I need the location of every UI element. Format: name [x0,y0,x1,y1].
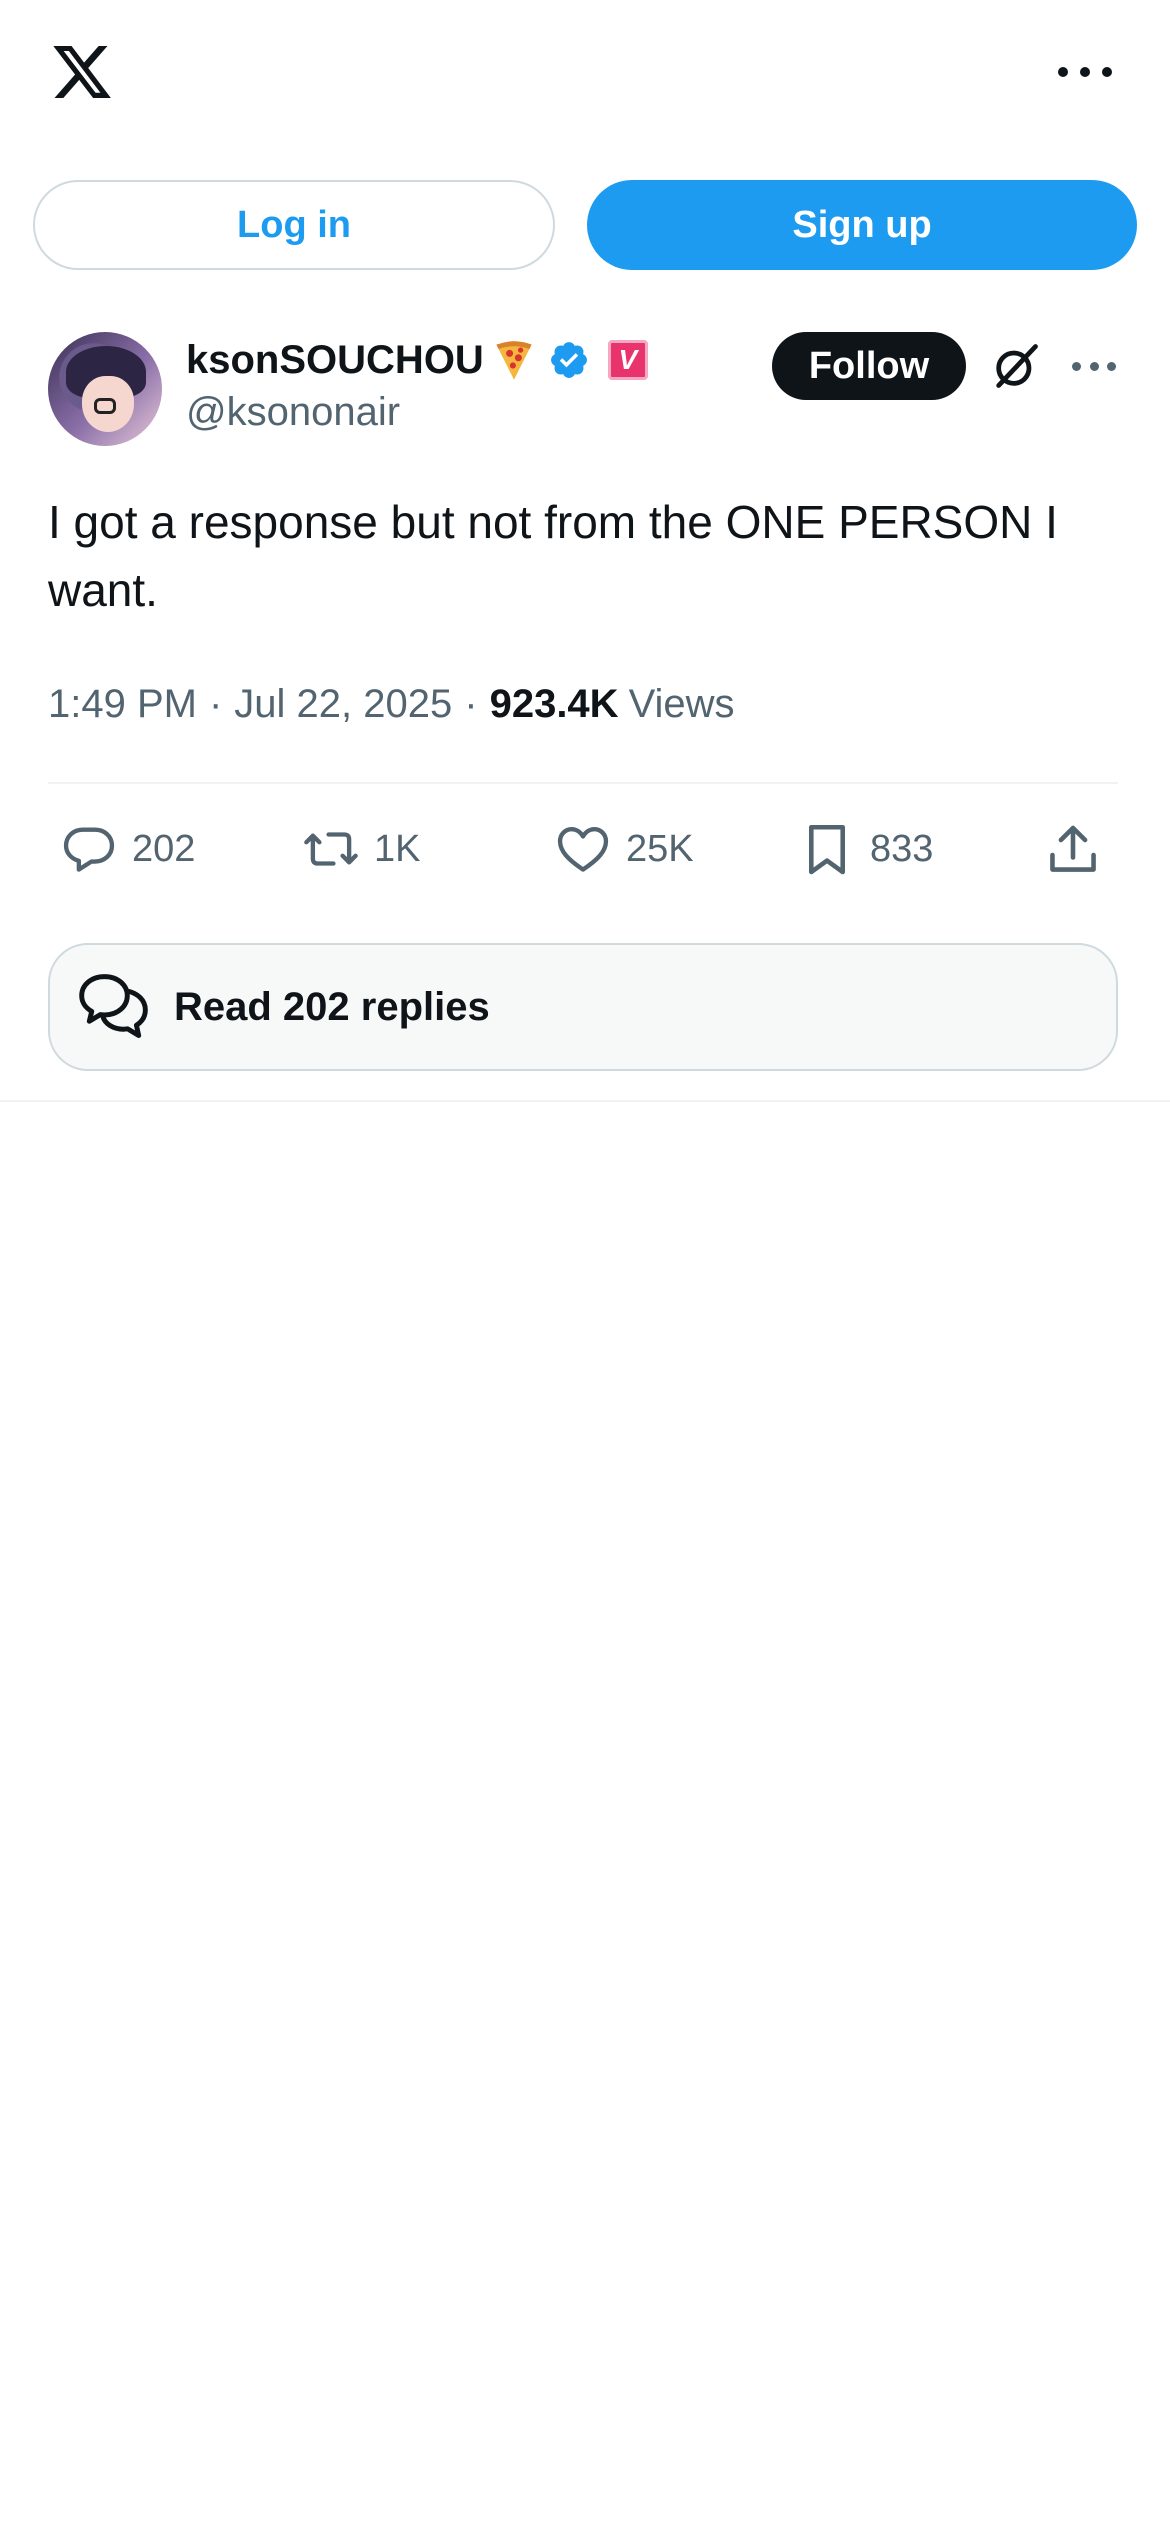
bookmark-icon [808,824,846,875]
divider [0,1100,1170,1102]
tweet-time[interactable]: 1:49 PM [48,682,197,727]
v-badge: V [607,340,648,380]
author-name[interactable]: ksonSOUCHOU [186,338,484,383]
share-button[interactable] [1044,814,1102,884]
views-label: Views [628,681,735,726]
author-name-row[interactable]: ksonSOUCHOU V [186,334,648,386]
bookmark-button[interactable]: 833 [798,814,933,884]
follow-button[interactable]: Follow [772,332,966,400]
pizza-emoji-icon [496,341,532,380]
reply-icon [63,827,115,872]
grok-icon[interactable] [990,340,1042,392]
like-count: 25K [626,827,694,870]
tweet-date[interactable]: Jul 22, 2025 [234,682,452,727]
repost-button[interactable]: 1K [302,814,420,884]
author-handle[interactable]: @ksononair [186,390,400,435]
reply-button[interactable]: 202 [60,814,195,884]
heart-icon [557,827,609,872]
reply-count: 202 [132,827,196,870]
more-horizontal-icon[interactable] [1058,58,1112,86]
read-replies-button[interactable]: Read 202 replies [48,943,1118,1071]
tweet-meta: 1:49 PM · Jul 22, 2025 · 923.4K Views [48,674,735,734]
login-button[interactable]: Log in [33,180,555,270]
replies-bubble-icon [79,974,148,1038]
bookmark-count: 833 [870,827,934,870]
divider [48,782,1118,784]
tweet-page: Log in Sign up ksonSOUCHOU V @ksononair … [0,0,1170,2532]
verified-icon[interactable] [548,339,590,381]
avatar[interactable] [48,332,162,446]
meta-separator: · [464,681,478,726]
like-button[interactable]: 25K [554,814,694,884]
meta-separator: · [208,681,223,726]
tweet-text: I got a response but not from the ONE PE… [48,496,1058,616]
x-logo-icon[interactable] [48,40,116,104]
signup-button[interactable]: Sign up [587,180,1137,270]
repost-icon [304,832,358,866]
views-count: 923.4K [489,681,619,726]
more-horizontal-icon[interactable] [1072,362,1116,374]
top-bar [0,0,1170,150]
repost-count: 1K [374,827,421,870]
share-icon [1050,825,1096,872]
read-replies-label: Read 202 replies [174,984,490,1029]
